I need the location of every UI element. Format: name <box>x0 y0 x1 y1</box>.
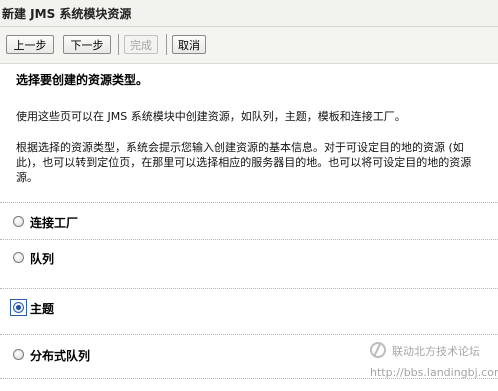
option-queue[interactable]: 队列 <box>0 241 498 275</box>
divider <box>0 334 498 335</box>
option-topic[interactable]: 主题 <box>0 291 498 325</box>
watermark-url: http://bbs.landingbj.com <box>370 366 498 379</box>
option-label: 连接工厂 <box>30 216 79 230</box>
detail-line-2: 此)，也可以转到定位页，在那里可以选择相应的服务器目的地。也可以将可设定目的地的… <box>16 156 472 169</box>
divider <box>0 288 498 289</box>
section-heading: 选择要创建的资源类型。 <box>16 73 149 87</box>
divider <box>0 202 498 203</box>
next-button[interactable]: 下一步 <box>63 35 111 54</box>
radio-button[interactable] <box>13 216 24 227</box>
divider <box>0 239 498 240</box>
title-bar: 新建 JMS 系统模块资源 <box>0 0 498 27</box>
option-label: 主题 <box>30 302 55 316</box>
detail-line-3: 源。 <box>16 171 38 184</box>
wizard-toolbar: 上一步 下一步 完成 取消 <box>0 27 498 64</box>
toolbar-separator <box>166 34 167 55</box>
cancel-button[interactable]: 取消 <box>172 35 206 54</box>
finish-button[interactable]: 完成 <box>124 35 158 54</box>
watermark: 联动北方技术论坛 http://bbs.landingbj.com <box>370 340 498 386</box>
radio-button-selected[interactable] <box>13 302 24 313</box>
watermark-name: 联动北方技术论坛 <box>392 345 480 358</box>
description-paragraph: 使用这些页可以在 JMS 系统模块中创建资源，如队列，主题，模板和连接工厂。 <box>16 110 406 123</box>
option-label: 队列 <box>30 252 55 266</box>
option-connection-factory[interactable]: 连接工厂 <box>0 205 498 239</box>
back-button[interactable]: 上一步 <box>6 35 54 54</box>
option-label: 分布式队列 <box>30 349 91 363</box>
page-title: 新建 JMS 系统模块资源 <box>2 7 132 21</box>
forum-logo-icon <box>370 342 386 358</box>
radio-button[interactable] <box>13 349 24 360</box>
detail-line-1: 根据选择的资源类型，系统会提示您输入创建资源的基本信息。对于可设定目的地的资源 … <box>16 141 464 154</box>
toolbar-separator <box>118 34 119 55</box>
radio-button[interactable] <box>13 252 24 263</box>
